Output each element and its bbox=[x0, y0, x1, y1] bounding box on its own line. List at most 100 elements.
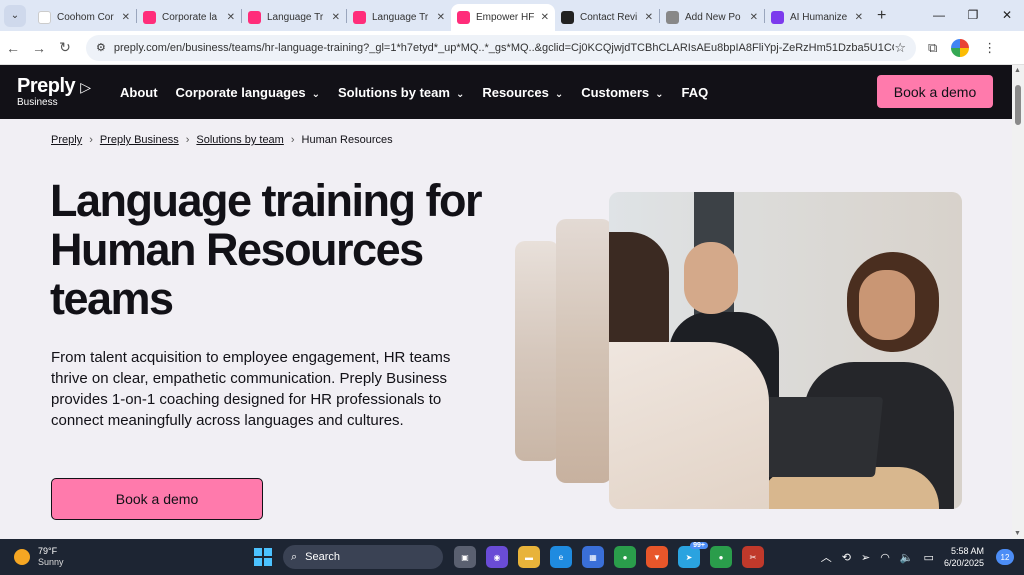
scroll-up-icon[interactable]: ▲ bbox=[1014, 67, 1021, 74]
logo-mark-icon: ▷ bbox=[80, 78, 91, 95]
nav-item-about[interactable]: About bbox=[120, 85, 158, 100]
tab-label: AI Humanize bbox=[790, 12, 848, 23]
preply-icon bbox=[143, 11, 156, 24]
tab-label: Language Tr bbox=[267, 12, 324, 23]
url-text: preply.com/en/business/teams/hr-language… bbox=[113, 41, 895, 54]
browser-tab[interactable]: Language Tr ✕ bbox=[347, 4, 451, 31]
profile-avatar[interactable] bbox=[951, 38, 970, 57]
tab-label: Empower HF bbox=[476, 12, 535, 23]
browser-tab-active[interactable]: Empower HF ✕ bbox=[451, 4, 555, 31]
breadcrumb-solutions-by-team[interactable]: Solutions by team bbox=[196, 134, 283, 146]
browser-tab[interactable]: Contact Revi ✕ bbox=[555, 4, 659, 31]
snipping-tool-icon[interactable]: ✂ bbox=[742, 546, 764, 568]
nav-item-resources[interactable]: Resources ⌄ bbox=[482, 85, 563, 100]
bookmark-star-icon[interactable]: ☆ bbox=[894, 40, 906, 56]
extensions-icon[interactable]: ⧉ bbox=[928, 40, 937, 56]
new-tab-button[interactable]: + bbox=[877, 7, 886, 25]
preply-business-logo[interactable]: Preply ▷ Business bbox=[17, 76, 102, 109]
browser-tab[interactable]: Coohom Cor ✕ bbox=[32, 4, 136, 31]
chrome-icon-1[interactable]: ● bbox=[614, 546, 636, 568]
close-window-icon[interactable]: ✕ bbox=[990, 0, 1024, 31]
file-explorer-icon[interactable]: ▬ bbox=[518, 546, 540, 568]
nav-item-customers[interactable]: Customers ⌄ bbox=[581, 85, 663, 100]
edge-browser-icon[interactable]: e bbox=[550, 546, 572, 568]
site-navigation: Preply ▷ Business About Corporate languag… bbox=[0, 65, 1012, 119]
nav-items: About Corporate languages ⌄ Solutions by te… bbox=[102, 85, 708, 100]
tab-strip: ⌄ Coohom Cor ✕ Corporate la ✕ Language Tr ✕ La… bbox=[0, 0, 1024, 31]
taskbar-search-label: Search bbox=[305, 551, 341, 563]
telegram-badge: 99+ bbox=[690, 542, 708, 549]
nav-item-label: Corporate languages bbox=[175, 84, 306, 100]
book-demo-hero-button[interactable]: Book a demo bbox=[51, 478, 263, 520]
restore-icon[interactable]: ❐ bbox=[956, 0, 990, 31]
browser-tab[interactable]: Language Tr ✕ bbox=[242, 4, 346, 31]
breadcrumb-separator: › bbox=[89, 134, 93, 146]
notification-badge[interactable]: 12 bbox=[996, 549, 1014, 565]
breadcrumb-separator: › bbox=[185, 134, 190, 146]
nav-item-faq[interactable]: FAQ bbox=[682, 85, 709, 100]
nav-item-solutions-by-team[interactable]: Solutions by team ⌄ bbox=[338, 85, 464, 100]
nav-item-label: About bbox=[120, 84, 158, 100]
tab-search-chevron-icon[interactable]: ⌄ bbox=[4, 4, 26, 27]
browser-tab[interactable]: AI Humanize ✕ bbox=[765, 4, 869, 31]
clock[interactable]: 5:58 AM 6/20/2025 bbox=[944, 545, 984, 569]
preply-icon bbox=[248, 11, 261, 24]
book-demo-nav-button[interactable]: Book a demo bbox=[877, 75, 993, 108]
reload-icon[interactable]: ↻ bbox=[52, 39, 78, 56]
nav-item-corporate-languages[interactable]: Corporate languages ⌄ bbox=[176, 85, 320, 100]
tab-close-icon[interactable]: ✕ bbox=[645, 12, 653, 23]
send-icon[interactable]: ➢ bbox=[861, 551, 870, 564]
breadcrumb-preply-business[interactable]: Preply Business bbox=[100, 134, 179, 146]
windows-start-icon[interactable] bbox=[254, 548, 272, 566]
tab-close-icon[interactable]: ✕ bbox=[437, 12, 445, 23]
nav-item-label: Customers bbox=[581, 84, 650, 100]
tab-close-icon[interactable]: ✕ bbox=[855, 12, 863, 23]
nav-item-label: FAQ bbox=[681, 84, 709, 100]
browser-menu-icon[interactable]: ⋮ bbox=[983, 40, 996, 56]
hero-image-main bbox=[609, 192, 962, 509]
browser-toolbar: ← → ↻ ⚙ preply.com/en/business/teams/hr-… bbox=[0, 31, 1024, 65]
logo-main-text: Preply bbox=[17, 74, 76, 97]
browser-tab[interactable]: Corporate la ✕ bbox=[137, 4, 241, 31]
breadcrumb-preply[interactable]: Preply bbox=[51, 134, 82, 146]
chat-app-icon[interactable]: ◉ bbox=[486, 546, 508, 568]
site-info-icon[interactable]: ⚙ bbox=[96, 41, 106, 54]
tab-close-icon[interactable]: ✕ bbox=[227, 12, 235, 23]
tray-chevron-up-icon[interactable]: ︿ bbox=[821, 549, 832, 565]
minimize-icon[interactable]: — bbox=[922, 0, 956, 31]
clock-date: 6/20/2025 bbox=[943, 558, 984, 568]
hero-title: Language training for Human Resources te… bbox=[50, 175, 483, 324]
brave-icon[interactable]: ▼ bbox=[646, 546, 668, 568]
wifi-icon[interactable]: ◠ bbox=[880, 551, 890, 564]
tab-close-icon[interactable]: ✕ bbox=[750, 12, 758, 23]
scroll-down-icon[interactable]: ▼ bbox=[1014, 530, 1021, 537]
page-scrollbar[interactable]: ▲ ▼ bbox=[1012, 65, 1024, 539]
tabs-container: Coohom Cor ✕ Corporate la ✕ Language Tr ✕ Lang… bbox=[32, 0, 869, 31]
address-bar[interactable]: ⚙ preply.com/en/business/teams/hr-langua… bbox=[86, 34, 916, 61]
task-view-icon[interactable]: ▣ bbox=[454, 546, 476, 568]
tab-close-icon[interactable]: ✕ bbox=[541, 12, 549, 23]
sun-icon bbox=[14, 549, 30, 565]
battery-icon[interactable]: ▭ bbox=[924, 551, 934, 564]
tab-close-icon[interactable]: ✕ bbox=[122, 12, 130, 23]
hero-image-back-1 bbox=[556, 219, 612, 483]
breadcrumb-separator: › bbox=[290, 134, 295, 146]
forward-icon[interactable]: → bbox=[26, 40, 52, 56]
scrollbar-thumb[interactable] bbox=[1015, 85, 1021, 125]
tab-label: Corporate la bbox=[162, 12, 218, 23]
taskbar-search[interactable]: ⌕ Search bbox=[283, 545, 443, 569]
sync-icon[interactable]: ⟲ bbox=[842, 551, 851, 564]
nav-item-label: Resources bbox=[482, 84, 549, 100]
browser-tab[interactable]: Add New Po ✕ bbox=[660, 4, 764, 31]
back-icon[interactable]: ← bbox=[0, 40, 26, 56]
wordpress-icon bbox=[666, 11, 679, 24]
telegram-icon[interactable]: ➤ 99+ bbox=[678, 542, 708, 568]
weather-widget[interactable]: 79°F Sunny bbox=[14, 546, 64, 568]
chrome-icon-2[interactable]: ● bbox=[710, 546, 732, 568]
tab-close-icon[interactable]: ✕ bbox=[332, 12, 340, 23]
chevron-down-icon: ⌄ bbox=[455, 88, 465, 100]
volume-icon[interactable]: 🔈 bbox=[900, 551, 914, 564]
weather-condition: Sunny bbox=[38, 557, 64, 567]
store-icon[interactable]: ▦ bbox=[582, 546, 604, 568]
preply-icon bbox=[353, 11, 366, 24]
